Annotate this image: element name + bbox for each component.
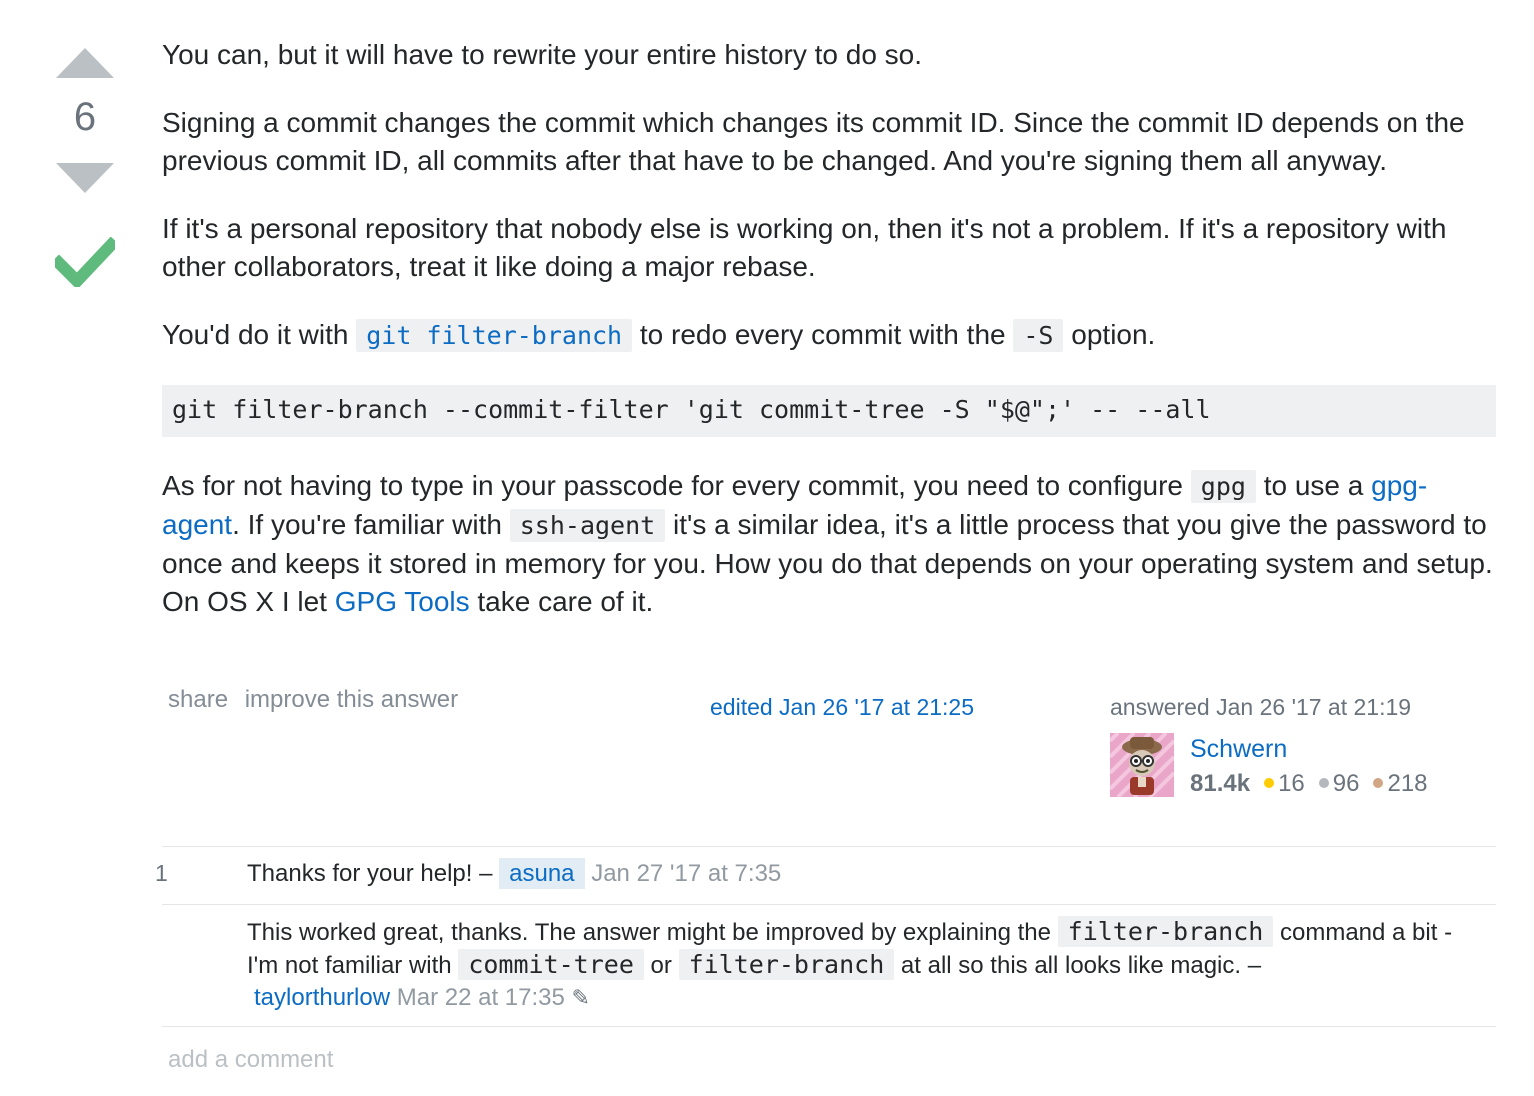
improve-answer-link[interactable]: improve this answer xyxy=(245,686,458,713)
code-block: git filter-branch --commit-filter 'git c… xyxy=(162,385,1496,437)
comment-score: 1 xyxy=(155,860,168,886)
reputation-score: 81.4k xyxy=(1190,770,1251,797)
share-link[interactable]: share xyxy=(168,686,228,713)
gold-badge-count: 16 xyxy=(1278,770,1305,797)
edited-timestamp-link[interactable]: edited Jan 26 '17 at 21:25 xyxy=(710,694,974,721)
inline-code: gpg xyxy=(1190,470,1256,503)
user-reputation: 81.4k 16 96 218 xyxy=(1190,770,1428,798)
gpg-tools-link[interactable]: GPG Tools xyxy=(335,586,470,617)
inline-code: -S xyxy=(1013,319,1064,352)
comment-divider xyxy=(162,846,1496,847)
text-span: to use a xyxy=(1255,470,1372,501)
comment-date: Mar 22 at 17:35 xyxy=(396,984,565,1011)
answer-paragraph: You can, but it will have to rewrite you… xyxy=(162,39,923,70)
comment-user-link[interactable]: taylorthurlow xyxy=(254,984,390,1011)
comment-divider xyxy=(162,1026,1496,1027)
inline-code: filter-branch xyxy=(678,949,895,980)
comment-text: Thanks for your help! – xyxy=(247,860,500,887)
text-span: option. xyxy=(1063,319,1156,350)
answer-paragraph: If it's a personal repository that nobod… xyxy=(162,213,1447,282)
answer-body: You can, but it will have to rewrite you… xyxy=(162,36,1496,651)
answered-timestamp: answered Jan 26 '17 at 21:19 xyxy=(1110,694,1412,720)
upvote-arrow-icon[interactable] xyxy=(56,48,114,78)
inline-code: ssh-agent xyxy=(509,509,666,542)
comment-user-link[interactable]: asuna xyxy=(499,858,585,889)
post-menu: share improve this answer xyxy=(168,686,468,714)
silver-badge-icon xyxy=(1318,778,1329,789)
inline-code: git filter-branch xyxy=(356,319,633,352)
gold-badge-icon xyxy=(1264,778,1275,789)
answer-paragraph: Signing a commit changes the commit whic… xyxy=(162,107,1465,176)
comment-text: or xyxy=(643,952,679,979)
text-span: take care of it. xyxy=(469,586,654,617)
downvote-arrow-icon[interactable] xyxy=(56,163,114,193)
silver-badge-count: 96 xyxy=(1332,770,1360,797)
answer-paragraph: As for not having to type in your passco… xyxy=(162,467,1496,621)
text-span: You'd do it with xyxy=(162,319,357,350)
comment-text: This worked great, thanks. The answer mi… xyxy=(247,919,1058,946)
text-span: to redo every commit with the xyxy=(632,319,1014,350)
comment: This worked great, thanks. The answer mi… xyxy=(247,916,1487,1014)
inline-code: commit-tree xyxy=(458,949,644,980)
vote-cell: 6 xyxy=(50,44,120,292)
user-avatar[interactable] xyxy=(1110,733,1174,797)
comment: Thanks for your help! – asuna Jan 27 '17… xyxy=(247,858,1487,890)
vote-count: 6 xyxy=(73,95,97,139)
comment-date: Jan 27 '17 at 7:35 xyxy=(591,860,782,887)
pencil-icon[interactable]: ✎ xyxy=(572,985,590,1010)
text-span: As for not having to type in your passco… xyxy=(162,470,1191,501)
inline-code: filter-branch xyxy=(1057,916,1274,947)
add-comment-link[interactable]: add a comment xyxy=(168,1046,333,1074)
bronze-badge-icon xyxy=(1373,778,1384,789)
comment-divider xyxy=(162,904,1496,905)
username-link[interactable]: Schwern xyxy=(1190,735,1287,764)
answer-paragraph: You'd do it with git filter-branch to re… xyxy=(162,316,1496,355)
text-span: . If you're familiar with xyxy=(232,509,510,540)
comment-text: at all so this all looks like magic. – xyxy=(894,952,1262,979)
accepted-checkmark-icon xyxy=(50,236,120,290)
bronze-badge-count: 218 xyxy=(1387,770,1428,797)
